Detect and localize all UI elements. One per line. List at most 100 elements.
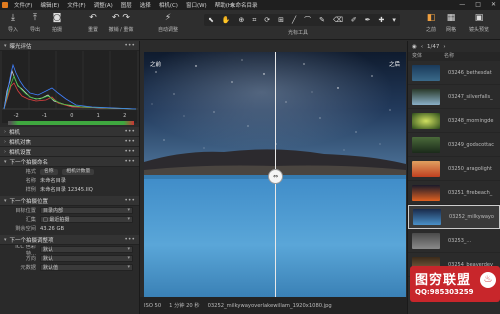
close-icon[interactable]: ✕ <box>491 1 496 8</box>
prev-icon[interactable]: ‹ <box>421 44 423 50</box>
menu-select[interactable]: 选择 <box>140 1 151 9</box>
pointer-tool-icon[interactable]: ⬉ <box>208 16 214 24</box>
next-adjust-header[interactable]: ▾ 下一个拍摄调整项 ••• <box>0 235 139 245</box>
target-dropdown[interactable]: 目录内部 <box>40 207 133 214</box>
panel-menu-icon[interactable]: ••• <box>124 197 135 204</box>
thumbnail-image <box>412 232 440 249</box>
format-token-name[interactable]: 名称 <box>40 169 58 175</box>
menu-file[interactable]: 文件(F) <box>14 1 32 9</box>
camera-focus-header[interactable]: › 相机对焦 ••• <box>0 137 139 147</box>
orient-dropdown[interactable]: 默认 <box>40 255 133 262</box>
auto-adjust-button[interactable]: ⚡ 自动调整 <box>153 13 183 33</box>
next-location-header[interactable]: ▾ 下一个拍摄位置 ••• <box>0 196 139 206</box>
camera-settings-header[interactable]: › 相机设置 ••• <box>0 147 139 157</box>
thumbnail-row-selected[interactable]: 03252_milkywayo <box>408 205 500 229</box>
panel-menu-icon[interactable]: ••• <box>124 148 135 155</box>
image-viewer[interactable]: 之前 之后 ⇔ <box>144 52 406 314</box>
picker-tool-icon[interactable]: ✐ <box>351 16 357 24</box>
flame-icon: ♨ <box>480 272 496 288</box>
thumbnail-name: 03247_silverfalls_ <box>448 93 493 100</box>
meta-dropdown[interactable]: 默认值 <box>40 264 133 271</box>
thumbnail-row[interactable]: 03253_... <box>408 229 500 253</box>
watermark-qq: QQ:985303259 <box>415 288 474 296</box>
brush-tool-icon[interactable]: ✎ <box>319 16 325 24</box>
reset-button[interactable]: ↶ 重置 <box>82 13 104 33</box>
crop-tool-icon[interactable]: ⌗ <box>252 16 256 25</box>
capture-button[interactable]: ◙ 拍摄 <box>46 13 68 33</box>
before-after-icon: ◧ <box>426 13 436 23</box>
before-after-button[interactable]: ◧ 之前 <box>420 13 442 33</box>
rotate-tool-icon[interactable]: ⟳ <box>264 16 270 24</box>
line-tool-icon[interactable]: ╱ <box>292 16 296 24</box>
col-variant[interactable]: 变体 <box>408 52 444 61</box>
icc-dropdown[interactable]: 默认 <box>40 246 133 253</box>
exposure-eval-header[interactable]: ▾ 曝光评估 ••• <box>0 41 139 51</box>
thumbnail-row[interactable]: 03247_silverfalls_ <box>408 85 500 109</box>
camera-focus-title: 相机对焦 <box>9 139 32 146</box>
annotate-tool-icon[interactable]: ✒ <box>365 16 371 24</box>
panel-menu-icon[interactable]: ••• <box>124 128 135 135</box>
minimize-icon[interactable]: — <box>459 1 465 8</box>
camera-title: 相机 <box>9 129 21 136</box>
maximize-icon[interactable]: □ <box>475 1 481 8</box>
heal-tool-icon[interactable]: ✚ <box>379 16 385 24</box>
format-token-counter[interactable]: 相机计数量 <box>62 169 95 175</box>
thumbnail-image <box>412 136 440 153</box>
menu-layer[interactable]: 图层 <box>121 1 132 9</box>
thumbnail-image <box>412 160 440 177</box>
thumbnail-image <box>412 88 440 105</box>
panel-menu-icon[interactable]: ••• <box>124 158 135 165</box>
thumbnail-row[interactable]: 03249_godscottac <box>408 133 500 157</box>
export-button[interactable]: ⤒ 导出 <box>24 13 46 33</box>
split-handle-icon[interactable]: ⇔ <box>268 169 283 184</box>
reset-icon: ↶ <box>89 13 97 23</box>
menu-edit[interactable]: 编辑(E) <box>40 1 59 9</box>
camera-header[interactable]: › 相机 ••• <box>0 127 139 137</box>
eye-icon[interactable]: ◉ <box>412 44 417 50</box>
panel-menu-icon[interactable]: ••• <box>124 138 135 145</box>
camera-icon: ◙ <box>52 13 62 23</box>
name-field[interactable]: 未命名目录 <box>40 177 139 184</box>
thumbnail-row[interactable]: 03250_aragolight <box>408 157 500 181</box>
histogram-graph <box>2 51 138 110</box>
next-icon[interactable]: › <box>443 44 445 50</box>
meta-label: 元数据 <box>20 265 36 271</box>
browse-button[interactable]: ▣ 镜头预览 <box>462 13 496 33</box>
cursor-tools-strip: ⬉ ✋ ⊕ ⌗ ⟳ ⊞ ╱ ⌒ ✎ ⌫ ✐ ✒ ✚ ▾ <box>204 14 400 26</box>
thumbnail-image <box>412 64 440 81</box>
thumbnail-row[interactable]: 03251_firebeach_ <box>408 181 500 205</box>
main-toolbar: ⤓ 导入 ⤒ 导出 ◙ 拍摄 ↶ 重置 ↶ ↷ 撤销 / 重做 ⚡ 自动调整 ⬉… <box>0 10 500 40</box>
zoom-tool-icon[interactable]: ⊕ <box>239 16 245 24</box>
hand-tool-icon[interactable]: ✋ <box>222 16 231 24</box>
panel-menu-icon[interactable]: ••• <box>124 236 135 243</box>
thumbnail-row[interactable]: 03246_bethesdat <box>408 61 500 85</box>
exposure-eval-title: 曝光评估 <box>9 43 32 50</box>
sample-label: 样例 <box>25 187 36 193</box>
menu-camera[interactable]: 相机(C) <box>159 1 178 9</box>
thumbnail-row[interactable]: 03248_morningde <box>408 109 500 133</box>
import-button[interactable]: ⤓ 导入 <box>2 13 24 33</box>
histogram: -2 -1 0 1 2 <box>2 51 138 125</box>
expand-icon: › <box>4 138 6 145</box>
undo-redo-label: 撤销 / 重做 <box>108 27 134 33</box>
collapse-icon: ▾ <box>4 236 7 243</box>
next-naming-header[interactable]: ▾ 下一个拍摄命名 ••• <box>0 157 139 167</box>
histogram-scale: -2 -1 0 1 2 <box>2 113 138 119</box>
more-tools-icon[interactable]: ▾ <box>392 16 396 24</box>
col-name[interactable]: 名称 <box>444 52 454 61</box>
menu-window[interactable]: 窗口(W) <box>186 1 207 9</box>
menu-adjust[interactable]: 调整(A) <box>94 1 113 9</box>
collection-dropdown[interactable]: □ 最近拍摄 <box>40 216 133 223</box>
thumbnail-name: 03251_firebeach_ <box>448 189 493 196</box>
grid-button[interactable]: ▦ 网格 <box>440 13 462 33</box>
next-location-title: 下一个拍摄位置 <box>9 198 49 205</box>
filename-value: 03252_milkywayoverlakewillam_1920x1080.j… <box>207 302 332 309</box>
before-label: 之前 <box>150 62 162 68</box>
cursor-tools-label: 光标工具 <box>288 30 309 36</box>
mask-tool-icon[interactable]: ⌒ <box>304 15 311 25</box>
keystone-tool-icon[interactable]: ⊞ <box>278 16 284 24</box>
undo-redo-button[interactable]: ↶ ↷ 撤销 / 重做 <box>104 13 138 33</box>
panel-menu-icon[interactable]: ••• <box>124 42 135 49</box>
eraser-tool-icon[interactable]: ⌫ <box>333 16 343 24</box>
menu-file-2[interactable]: 文件(F) <box>67 1 85 9</box>
